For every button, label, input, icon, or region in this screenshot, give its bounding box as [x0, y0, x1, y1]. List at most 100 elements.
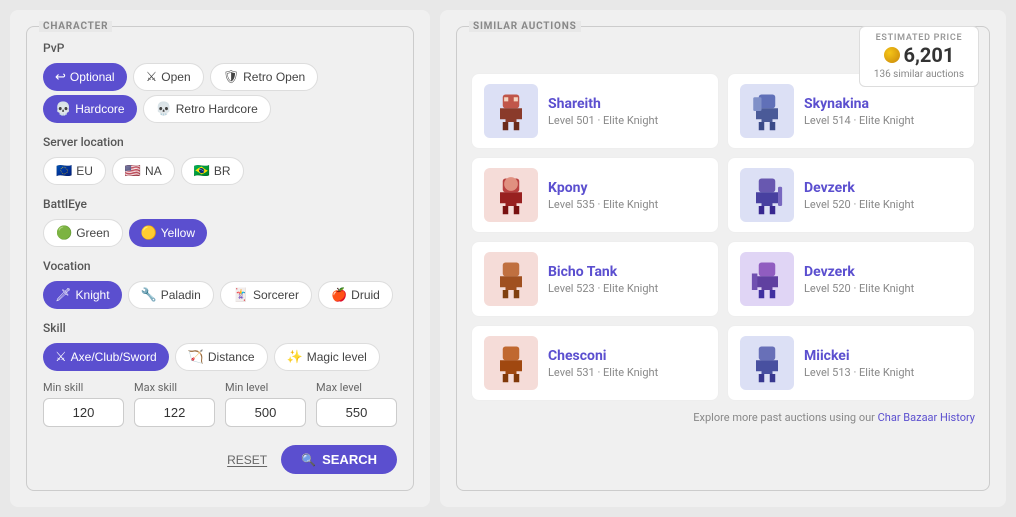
- pvp-buttons-row2: 💀 Hardcore 💀 Retro Hardcore: [43, 95, 397, 123]
- auction-card[interactable]: Devzerk Level 520 · Elite Knight: [727, 157, 975, 233]
- pvp-hardcore-btn[interactable]: 💀 Hardcore: [43, 95, 137, 123]
- knight-icon: 🗡: [55, 287, 72, 303]
- skill-magic-btn[interactable]: ✨ Magic level: [274, 343, 380, 371]
- similar-auctions-label: SIMILAR AUCTIONS: [469, 21, 581, 32]
- na-flag-icon: 🇺🇸: [125, 163, 141, 179]
- location-br-btn[interactable]: 🇧🇷 BR: [181, 157, 244, 185]
- vocation-paladin-label: Paladin: [161, 288, 201, 302]
- battleeye-green-label: Green: [76, 226, 109, 240]
- axe-icon: ⚔: [55, 349, 67, 365]
- pvp-retro-open-btn[interactable]: 🛡 Retro Open: [210, 63, 319, 91]
- location-na-btn[interactable]: 🇺🇸 NA: [112, 157, 175, 185]
- char-avatar: [740, 252, 794, 306]
- char-sub: Level 523 · Elite Knight: [548, 282, 658, 295]
- vocation-knight-btn[interactable]: 🗡 Knight: [43, 281, 122, 309]
- br-flag-icon: 🇧🇷: [194, 163, 210, 179]
- price-number: 6,201: [904, 43, 955, 67]
- char-sub: Level 535 · Elite Knight: [548, 198, 658, 211]
- max-skill-label: Max skill: [134, 381, 215, 394]
- max-level-label: Max level: [316, 381, 397, 394]
- pvp-buttons: ↩ Optional ⚔ Open 🛡 Retro Open: [43, 63, 397, 91]
- vocation-druid-btn[interactable]: 🍎 Druid: [318, 281, 393, 309]
- open-icon: ⚔: [146, 69, 158, 85]
- char-avatar: [484, 252, 538, 306]
- search-icon: 🔍: [301, 453, 316, 467]
- paladin-icon: 🔧: [141, 287, 157, 303]
- character-panel-inner: CHARACTER PvP ↩ Optional ⚔ Open 🛡 Retro …: [26, 26, 414, 491]
- char-bazaar-history-link[interactable]: Char Bazaar History: [878, 411, 975, 424]
- vocation-sorcerer-btn[interactable]: 🃏 Sorcerer: [220, 281, 312, 309]
- char-avatar: [740, 84, 794, 138]
- auction-card[interactable]: Miickei Level 513 · Elite Knight: [727, 325, 975, 401]
- char-name: Kpony: [548, 180, 658, 196]
- char-info: Chesconi Level 531 · Elite Knight: [548, 348, 658, 379]
- pvp-label: PvP: [43, 41, 397, 55]
- char-name: Chesconi: [548, 348, 658, 364]
- footer-text: Explore more past auctions using our Cha…: [471, 411, 975, 424]
- server-location-label: Server location: [43, 135, 397, 149]
- char-avatar: [484, 84, 538, 138]
- battleeye-yellow-btn[interactable]: 🟡 Yellow: [129, 219, 207, 247]
- auction-grid: Shareith Level 501 · Elite Knight Skynak…: [471, 73, 975, 401]
- auction-card[interactable]: Bicho Tank Level 523 · Elite Knight: [471, 241, 719, 317]
- char-info: Devzerk Level 520 · Elite Knight: [804, 264, 914, 295]
- max-level-input[interactable]: [316, 398, 397, 427]
- vocation-sorcerer-label: Sorcerer: [253, 288, 299, 302]
- min-skill-group: Min skill: [43, 381, 124, 427]
- vocation-druid-label: Druid: [351, 288, 380, 302]
- auction-card[interactable]: Devzerk Level 520 · Elite Knight: [727, 241, 975, 317]
- pvp-retro-hardcore-btn[interactable]: 💀 Retro Hardcore: [143, 95, 271, 123]
- char-sub: Level 514 · Elite Knight: [804, 114, 914, 127]
- battleeye-buttons: 🟢 Green 🟡 Yellow: [43, 219, 397, 247]
- char-info: Skynakina Level 514 · Elite Knight: [804, 96, 914, 127]
- auction-card[interactable]: Shareith Level 501 · Elite Knight: [471, 73, 719, 149]
- vocation-paladin-btn[interactable]: 🔧 Paladin: [128, 281, 214, 309]
- char-name: Shareith: [548, 96, 658, 112]
- reset-button[interactable]: RESET: [227, 453, 267, 467]
- char-avatar: [740, 336, 794, 390]
- pvp-retro-open-label: Retro Open: [243, 70, 305, 84]
- skill-distance-btn[interactable]: 🏹 Distance: [175, 343, 268, 371]
- similar-auctions-inner: SIMILAR AUCTIONS ESTIMATED PRICE 6,201 1…: [456, 26, 990, 491]
- pvp-optional-btn[interactable]: ↩ Optional: [43, 63, 127, 91]
- char-info: Devzerk Level 520 · Elite Knight: [804, 180, 914, 211]
- char-avatar: [484, 168, 538, 222]
- battleeye-yellow-label: Yellow: [161, 226, 195, 240]
- min-skill-input[interactable]: [43, 398, 124, 427]
- char-name: Bicho Tank: [548, 264, 658, 280]
- char-info: Miickei Level 513 · Elite Knight: [804, 348, 914, 379]
- char-avatar: [484, 336, 538, 390]
- skill-axe-label: Axe/Club/Sword: [71, 350, 157, 364]
- location-eu-btn[interactable]: 🇪🇺 EU: [43, 157, 106, 185]
- char-avatar: [740, 168, 794, 222]
- auction-card[interactable]: Chesconi Level 531 · Elite Knight: [471, 325, 719, 401]
- location-na-label: NA: [145, 164, 162, 178]
- pvp-open-btn[interactable]: ⚔ Open: [133, 63, 204, 91]
- char-info: Shareith Level 501 · Elite Knight: [548, 96, 658, 127]
- similar-auctions-panel: SIMILAR AUCTIONS ESTIMATED PRICE 6,201 1…: [440, 10, 1006, 507]
- min-level-group: Min level: [225, 381, 306, 427]
- search-button[interactable]: 🔍 SEARCH: [281, 445, 397, 474]
- char-name: Devzerk: [804, 180, 914, 196]
- max-skill-input[interactable]: [134, 398, 215, 427]
- auction-card[interactable]: Kpony Level 535 · Elite Knight: [471, 157, 719, 233]
- distance-icon: 🏹: [188, 349, 204, 365]
- char-sub: Level 520 · Elite Knight: [804, 282, 914, 295]
- green-eye-icon: 🟢: [56, 225, 72, 241]
- battleeye-green-btn[interactable]: 🟢 Green: [43, 219, 123, 247]
- character-panel: CHARACTER PvP ↩ Optional ⚔ Open 🛡 Retro …: [10, 10, 430, 507]
- skill-magic-label: Magic level: [307, 350, 367, 364]
- estimated-price-value: 6,201: [874, 43, 964, 67]
- hardcore-icon: 💀: [55, 101, 71, 117]
- sorcerer-icon: 🃏: [233, 287, 249, 303]
- char-info: Kpony Level 535 · Elite Knight: [548, 180, 658, 211]
- skill-axe-btn[interactable]: ⚔ Axe/Club/Sword: [43, 343, 169, 371]
- footer-static-text: Explore more past auctions using our: [693, 411, 875, 424]
- max-level-group: Max level: [316, 381, 397, 427]
- location-eu-label: EU: [76, 164, 93, 178]
- min-level-input[interactable]: [225, 398, 306, 427]
- retro-hardcore-icon: 💀: [156, 101, 172, 117]
- vocation-knight-label: Knight: [76, 288, 110, 302]
- search-label: SEARCH: [322, 452, 377, 467]
- skill-distance-label: Distance: [208, 350, 255, 364]
